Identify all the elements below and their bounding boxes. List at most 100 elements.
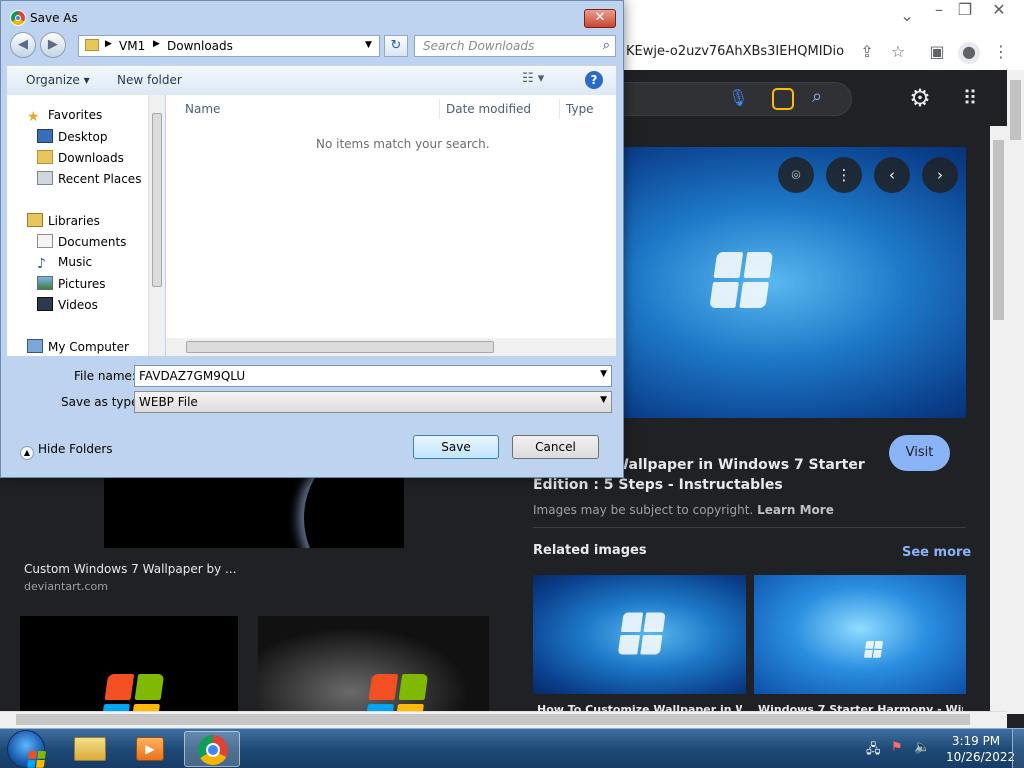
address-breadcrumb[interactable]: ▶ VM1 ▶ Downloads ▼ (78, 35, 380, 57)
column-name[interactable]: Name (185, 102, 220, 116)
star-icon[interactable]: ☆ (887, 42, 909, 64)
start-button[interactable] (7, 730, 47, 768)
nav-recent-places[interactable]: Recent Places (37, 171, 141, 186)
result-thumbnail[interactable] (104, 478, 404, 548)
dialog-title: Save As (30, 11, 78, 25)
clock-date: 10/26/2022 (946, 750, 1016, 764)
nav-videos[interactable]: Videos (37, 297, 98, 312)
next-icon[interactable]: › (922, 157, 958, 193)
system-clock[interactable]: 3:19 PM 10/26/2022 (946, 733, 1016, 765)
back-icon[interactable]: ◀ (10, 32, 36, 58)
related-image[interactable] (533, 575, 746, 694)
share-icon[interactable]: ⇪ (856, 42, 878, 64)
column-date-modified[interactable]: Date modified (446, 102, 531, 116)
nav-favorites[interactable]: ★ Favorites (27, 108, 102, 125)
nav-downloads[interactable]: Downloads (37, 150, 124, 165)
nav-libraries[interactable]: Libraries (27, 213, 100, 228)
breadcrumb-downloads[interactable]: Downloads (167, 39, 233, 53)
apps-grid-icon[interactable]: ⠿ (956, 84, 984, 112)
side-panel-icon[interactable]: ▣ (926, 42, 948, 64)
dialog-close-icon[interactable]: ✕ (584, 9, 616, 28)
search-placeholder: Search Downloads (423, 39, 535, 53)
save-as-type-select[interactable]: WEBP File ▼ (134, 391, 612, 413)
file-list-hscrollbar[interactable] (166, 338, 616, 356)
mic-icon[interactable]: 🎙 (728, 88, 748, 110)
refresh-icon[interactable]: ↻ (384, 35, 408, 57)
see-more-link[interactable]: See more (902, 545, 971, 560)
nav-pictures-label: Pictures (58, 277, 106, 291)
panel-scrollbar-thumb[interactable] (993, 140, 1004, 320)
nav-scrollbar-thumb[interactable] (152, 113, 162, 287)
help-icon[interactable]: ? (585, 71, 603, 89)
column-divider (439, 99, 440, 119)
address-bar-url[interactable]: KEwje-o2uzv76AhXBs3IEHQMIDio... (626, 44, 844, 59)
hide-folders-button[interactable]: ▲ Hide Folders (20, 442, 113, 460)
documents-icon (37, 234, 53, 248)
visit-button[interactable]: Visit (889, 435, 950, 471)
related-images-heading: Related images (533, 543, 647, 558)
navigation-pane: ★ Favorites Desktop Downloads Recent Plac… (7, 95, 165, 356)
file-name-label: File name: (74, 369, 136, 383)
column-type[interactable]: Type (566, 102, 594, 116)
chevron-down-icon[interactable]: ▼ (600, 395, 607, 405)
save-button[interactable]: Save (413, 435, 499, 459)
camera-lens-icon[interactable] (772, 88, 794, 110)
nav-documents[interactable]: Documents (37, 234, 126, 249)
action-center-icon[interactable]: ⚑ (891, 740, 903, 755)
minimize-icon[interactable]: – (928, 0, 950, 22)
taskbar-chrome[interactable] (184, 731, 240, 767)
chevron-down-icon[interactable]: ▼ (365, 40, 372, 50)
nav-scrollbar[interactable] (148, 95, 165, 356)
learn-more-link[interactable]: Learn More (757, 503, 834, 517)
gear-icon[interactable]: ⚙ (906, 84, 934, 112)
network-icon[interactable]: 🖧 (866, 740, 881, 762)
empty-message: No items match your search. (316, 137, 490, 151)
chrome-logo-icon (10, 10, 26, 26)
lens-search-icon[interactable]: ⌾ (778, 157, 814, 193)
file-list-hscrollbar-thumb[interactable] (186, 341, 494, 353)
previous-icon[interactable]: ‹ (874, 157, 910, 193)
file-name-input[interactable]: FAVDAZ7GM9QLU ▼ (134, 365, 612, 387)
explorer-folder-icon (74, 737, 106, 761)
restore-icon[interactable]: ❐ (954, 0, 976, 22)
result-thumbnail[interactable] (20, 616, 238, 711)
column-divider (559, 99, 560, 119)
taskbar-explorer[interactable] (62, 731, 118, 767)
taskbar-media-player[interactable]: ▶ (122, 731, 178, 767)
forward-icon[interactable]: ▶ (39, 32, 66, 58)
close-icon[interactable]: ✕ (988, 0, 1010, 22)
nav-libraries-label: Libraries (48, 214, 100, 228)
chevron-down-icon[interactable]: ⌄ (896, 6, 918, 28)
result-thumbnail[interactable] (258, 616, 489, 711)
chevron-down-icon[interactable]: ▼ (600, 369, 607, 379)
view-options-icon[interactable]: ☷ ▾ (522, 71, 544, 86)
nav-downloads-label: Downloads (58, 151, 124, 165)
nav-music[interactable]: ♪ Music (37, 255, 92, 272)
result-caption[interactable]: Custom Windows 7 Wallpaper by ... (24, 562, 236, 576)
file-list: Name Date modified Type No items match y… (166, 95, 616, 356)
cancel-button[interactable]: Cancel (512, 435, 599, 459)
show-desktop-button[interactable] (1012, 729, 1024, 768)
related-image[interactable] (754, 575, 966, 694)
horizontal-scrollbar-thumb[interactable] (16, 714, 970, 725)
breadcrumb-arrow-icon: ▶ (105, 39, 112, 49)
more-vert-icon[interactable]: ⋮ (990, 42, 1012, 64)
save-as-type-label: Save as type: (61, 395, 143, 409)
nav-my-computer[interactable]: My Computer (27, 339, 129, 354)
page-scrollbar[interactable] (1007, 70, 1024, 714)
nav-desktop[interactable]: Desktop (37, 129, 108, 144)
libraries-icon (27, 213, 43, 227)
more-options-icon[interactable]: ⋮ (826, 157, 862, 193)
organize-button[interactable]: Organize ▾ (26, 73, 90, 87)
breadcrumb-vm1[interactable]: VM1 (119, 39, 145, 53)
new-folder-button[interactable]: New folder (117, 73, 182, 87)
copyright-text: Images may be subject to copyright. (533, 503, 754, 517)
page-scrollbar-thumb[interactable] (1010, 80, 1021, 140)
result-source[interactable]: deviantart.com (24, 580, 108, 593)
search-input[interactable]: Search Downloads ⌕ (414, 35, 616, 57)
profile-icon[interactable]: ● (958, 42, 980, 64)
search-icon[interactable]: ⌕ (603, 38, 610, 53)
search-icon[interactable]: ⌕ (812, 86, 834, 108)
nav-pictures[interactable]: Pictures (37, 276, 106, 291)
volume-icon[interactable]: 🔈 (914, 740, 930, 755)
